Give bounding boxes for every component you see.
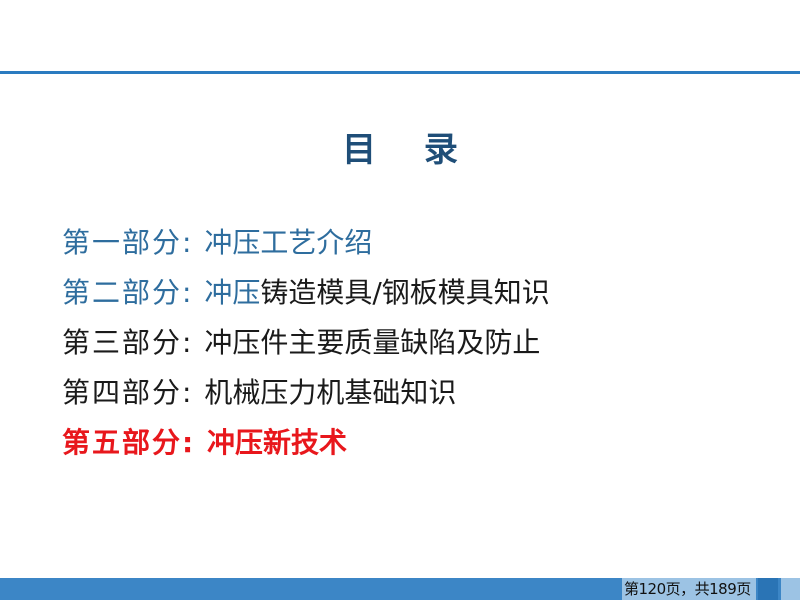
toc-item-number: 第三部分: <box>62 326 205 359</box>
table-of-contents: 第一部分: 冲压工艺介绍 第二部分: 冲压铸造模具/钢板模具知识 第三部分: 冲… <box>62 218 550 468</box>
toc-item-number: 第一部分: <box>62 226 205 259</box>
page-number: 第120页，共189页 <box>624 580 751 598</box>
toc-item-label: 机械压力机基础知识 <box>204 376 457 409</box>
toc-item-part-3: 第三部分: 冲压件主要质量缺陷及防止 <box>62 318 550 368</box>
toc-item-label-highlight: 冲压 <box>204 276 261 309</box>
toc-item-label: 冲压工艺介绍 <box>204 226 373 259</box>
toc-item-number: 第二部分: <box>62 276 205 309</box>
toc-item-number: 第五部分: <box>62 426 207 459</box>
toc-item-part-5: 第五部分: 冲压新技术 <box>62 418 550 468</box>
footer-accent-tile <box>781 578 800 600</box>
toc-item-part-2: 第二部分: 冲压铸造模具/钢板模具知识 <box>62 268 550 318</box>
footer-accent-tile <box>758 578 778 600</box>
toc-item-number: 第四部分: <box>62 376 205 409</box>
toc-item-label: 冲压新技术 <box>206 426 347 459</box>
toc-item-label: 铸造模具/钢板模具知识 <box>260 276 550 309</box>
toc-item-label: 冲压件主要质量缺陷及防止 <box>204 326 541 359</box>
toc-item-part-4: 第四部分: 机械压力机基础知识 <box>62 368 550 418</box>
header-divider <box>0 71 800 74</box>
slide-title: 目 录 <box>342 130 476 170</box>
toc-item-part-1: 第一部分: 冲压工艺介绍 <box>62 218 550 268</box>
